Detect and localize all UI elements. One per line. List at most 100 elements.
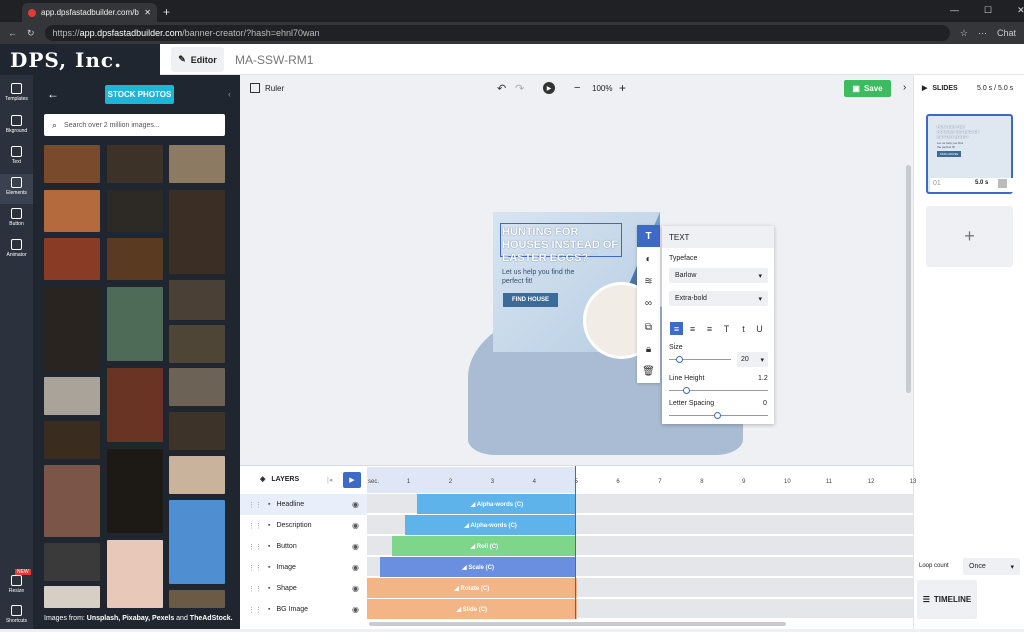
animation-bar[interactable]: ◢ Scale (C)	[379, 557, 577, 577]
back-arrow-icon[interactable]: ←	[47, 87, 59, 101]
redo-icon[interactable]: ↷	[515, 82, 524, 95]
drag-handle-icon[interactable]: ⋮⋮	[248, 606, 262, 614]
trash-icon[interactable]: 🗑︎	[637, 360, 660, 382]
rail-animator[interactable]: Animator	[0, 236, 33, 266]
ruler-toggle[interactable]: Ruler	[250, 83, 284, 93]
visibility-icon[interactable]: ◉	[352, 500, 359, 509]
layer-row[interactable]: ⋮⋮ ▪ Image ◉	[240, 557, 367, 578]
stock-photo[interactable]	[44, 145, 100, 183]
underline-icon[interactable]: U	[753, 322, 766, 335]
canvas-scrollbar[interactable]	[906, 165, 911, 393]
layer-row[interactable]: ⋮⋮ ▪ Description ◉	[240, 515, 367, 536]
rail-shortcuts[interactable]: Shortcuts	[0, 602, 33, 632]
drag-handle-icon[interactable]: ⋮⋮	[248, 564, 262, 572]
stock-photo[interactable]	[169, 500, 225, 584]
reload-icon[interactable]: ↻	[27, 28, 35, 39]
timeline-scrollbar[interactable]	[369, 622, 786, 626]
skip-back-icon[interactable]: |◂	[327, 476, 332, 484]
visibility-icon[interactable]: ◉	[352, 521, 359, 530]
weight-select[interactable]: Extra-bold ▾	[669, 291, 768, 306]
rail-text[interactable]: Text	[0, 143, 33, 173]
slide-options-icon[interactable]	[998, 179, 1007, 188]
animation-bar[interactable]: ◢ Rotate (C)	[367, 578, 577, 598]
layers-icon[interactable]: ≋	[637, 270, 660, 292]
zoom-in-icon[interactable]: +	[619, 81, 626, 95]
uppercase-icon[interactable]: T	[720, 322, 733, 335]
loop-count-select[interactable]: Once ▾	[963, 558, 1020, 575]
chat-button[interactable]: Chat	[997, 28, 1016, 38]
duplicate-icon[interactable]: ⧉	[637, 316, 660, 338]
stock-photo[interactable]	[169, 456, 225, 494]
stock-photo[interactable]	[107, 145, 163, 183]
close-window-icon[interactable]: ✕	[1017, 5, 1024, 16]
add-slide-button[interactable]: +	[926, 206, 1013, 267]
size-slider-handle[interactable]	[676, 356, 683, 363]
drag-handle-icon[interactable]: ⋮⋮	[248, 522, 262, 530]
align-center-icon[interactable]: ≡	[686, 322, 699, 335]
url-field[interactable]: https://app.dpsfastadbuilder.com/banner-…	[44, 25, 950, 41]
visibility-icon[interactable]: ◉	[352, 563, 359, 572]
stock-photo[interactable]	[44, 287, 100, 371]
stock-photo[interactable]	[44, 377, 100, 415]
rail-background[interactable]: Bkground	[0, 112, 33, 142]
stock-photo[interactable]	[169, 590, 225, 608]
stock-photo[interactable]	[107, 190, 163, 232]
stock-photo[interactable]	[169, 412, 225, 450]
stock-photo[interactable]	[107, 238, 163, 280]
timeline-ruler[interactable]: sec. 1 2 3 4 5 6 7 8 9 10 11 12 13	[367, 469, 916, 493]
stock-photo[interactable]	[107, 540, 163, 608]
stock-photo[interactable]	[44, 465, 100, 537]
stock-photo[interactable]	[107, 449, 163, 533]
stock-photo[interactable]	[169, 368, 225, 406]
animation-bar[interactable]: ◢ Alpha-words (C)	[417, 494, 577, 514]
size-input[interactable]: 20 ▾	[737, 352, 768, 367]
minimize-icon[interactable]: —	[950, 5, 959, 16]
play-preview-icon[interactable]: ▶	[543, 82, 555, 94]
layer-row[interactable]: ⋮⋮ ▪ Button ◉	[240, 536, 367, 557]
stock-photo[interactable]	[44, 190, 100, 232]
visibility-icon[interactable]: ◉	[352, 584, 359, 593]
palette-icon[interactable]: ◐	[637, 248, 660, 270]
layer-row[interactable]: ⋮⋮ ▪ Shape ◉	[240, 578, 367, 599]
drag-handle-icon[interactable]: ⋮⋮	[248, 501, 262, 509]
zoom-out-icon[interactable]: −	[574, 82, 580, 94]
editor-button[interactable]: ✎ Editor	[171, 47, 224, 72]
drag-handle-icon[interactable]: ⋮⋮	[248, 543, 262, 551]
layer-row[interactable]: ⋮⋮ ▪ Headline ◉	[240, 494, 367, 515]
text-tool-icon[interactable]: T	[637, 225, 660, 247]
maximize-icon[interactable]: ☐	[984, 5, 992, 16]
back-icon[interactable]: ←	[8, 28, 17, 38]
save-button[interactable]: ▣ Save	[844, 80, 891, 97]
visibility-icon[interactable]: ◉	[352, 542, 359, 551]
banner-description[interactable]: Let us help you find the perfect fit!	[502, 268, 592, 286]
typeface-select[interactable]: Barlow ▾	[669, 268, 768, 283]
visibility-icon[interactable]: ◉	[352, 605, 359, 614]
align-right-icon[interactable]: ≡	[703, 322, 716, 335]
timeline-play-button[interactable]: ▶	[343, 472, 361, 488]
animation-bar[interactable]: ◢ Alpha-words (C)	[404, 515, 577, 535]
stock-photo[interactable]	[107, 368, 163, 442]
stock-photos-button[interactable]: STOCK PHOTOS	[105, 85, 174, 104]
link-icon[interactable]: ∞	[637, 292, 660, 314]
expand-right-icon[interactable]: ›	[903, 82, 906, 93]
stock-photo[interactable]	[44, 586, 100, 608]
stock-photo[interactable]	[44, 421, 100, 459]
rail-button[interactable]: Button	[0, 205, 33, 235]
lowercase-icon[interactable]: t	[737, 322, 750, 335]
new-tab-icon[interactable]: +	[163, 5, 170, 19]
document-name[interactable]: MA-SSW-RM1	[235, 53, 313, 67]
playhead[interactable]	[575, 466, 576, 619]
layer-row[interactable]: ⋮⋮ ▪ BG Image ◉	[240, 599, 367, 620]
animation-bar[interactable]: ◢ Roll (C)	[392, 536, 577, 556]
align-left-icon[interactable]: ≡	[670, 322, 683, 335]
stock-photo[interactable]	[44, 543, 100, 581]
letter-spacing-handle[interactable]	[714, 412, 721, 419]
stock-photo[interactable]	[107, 287, 163, 361]
collapse-panel-icon[interactable]: ‹	[228, 89, 231, 99]
banner-headline[interactable]: HUNTING FOR HOUSES INSTEAD OF EASTER EGG…	[502, 226, 622, 265]
undo-icon[interactable]: ↶	[497, 82, 506, 95]
rail-templates[interactable]: Templates	[0, 80, 33, 110]
stock-photo[interactable]	[169, 280, 225, 320]
rail-elements[interactable]: Elements	[0, 174, 33, 204]
stock-photo[interactable]	[169, 145, 225, 183]
